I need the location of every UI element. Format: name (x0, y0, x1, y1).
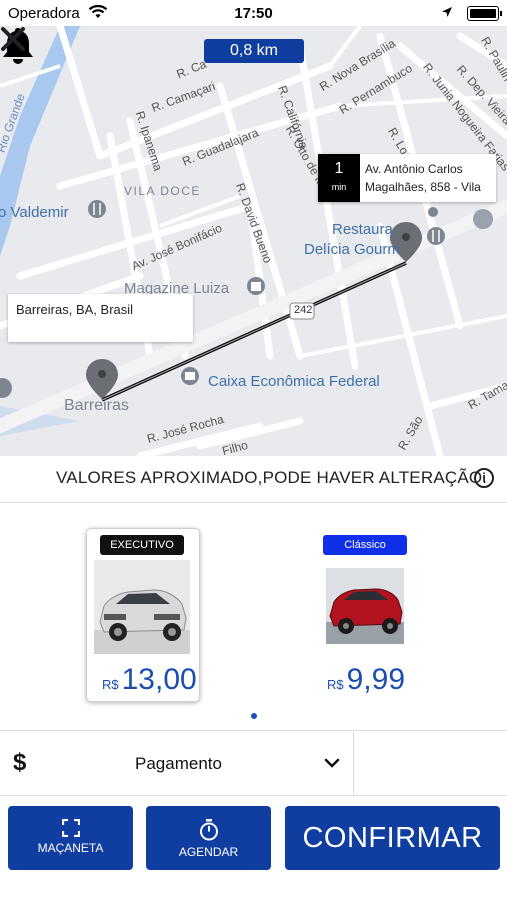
price-value-executivo: 13,00 (121, 663, 197, 696)
origin-address: Barreiras, BA, Brasil (16, 302, 134, 317)
currency-classico: R$ (327, 677, 344, 692)
map-view[interactable]: 242 VILA DOCE o Valdemir Restaura Delíci… (0, 26, 507, 456)
map-label-caixa: Caixa Econômica Federal (208, 373, 380, 390)
payment-label: Pagamento (135, 754, 222, 773)
agendar-button[interactable]: AGENDAR (146, 806, 271, 870)
price-classico[interactable]: R$ 9,99 (327, 663, 405, 697)
macaneta-label: MAÇANETA (37, 841, 104, 855)
eta-box: 1 min (318, 154, 360, 202)
location-arrow-icon (442, 7, 452, 17)
map-label-restaurante: Restaura (332, 221, 393, 238)
category-tag-classico[interactable]: Clássico (323, 535, 407, 555)
map-label-vila-doce: VILA DOCE (124, 184, 201, 198)
price-notice: VALORES APROXIMADO,PODE HAVER ALTERAÇÃO.… (0, 456, 507, 503)
battery-icon (467, 6, 502, 21)
eta-unit: min (331, 182, 347, 192)
eta-minutes: 1 (334, 160, 344, 177)
close-icon[interactable] (0, 26, 26, 52)
macaneta-button[interactable]: MAÇANETA (8, 806, 133, 870)
origin-callout: Barreiras, BA, Brasil (8, 294, 193, 342)
clock: 17:50 (234, 5, 273, 22)
distance-badge: 0,8 km (204, 39, 304, 63)
route-242-label: 242 (294, 304, 313, 316)
map-label-delicia: Delícia Gourm (304, 241, 400, 258)
chevron-down-icon (324, 758, 340, 768)
timer-icon (199, 819, 218, 841)
expand-icon (61, 819, 80, 837)
map-label-valdemir: o Valdemir (0, 204, 69, 221)
currency-executivo: R$ (102, 677, 119, 692)
category-tag-executivo: EXECUTIVO (100, 535, 184, 555)
dollar-icon: $ (13, 749, 27, 776)
info-icon[interactable]: i (474, 468, 494, 488)
car-image-classico[interactable] (326, 568, 404, 644)
confirm-label: CONFIRMAR (302, 822, 483, 854)
payment-divider (353, 731, 354, 795)
notice-text: VALORES APROXIMADO,PODE HAVER ALTERAÇÃO. (56, 468, 488, 487)
page-indicator-dot (251, 713, 257, 719)
destination-address-line2: Magalhães, 858 - Vila (365, 180, 481, 194)
confirm-button[interactable]: CONFIRMAR (285, 806, 500, 870)
agendar-label: AGENDAR (178, 845, 239, 859)
map-label-barreiras: Barreiras (64, 397, 129, 414)
destination-address-line1: Av. Antônio Carlos (365, 162, 463, 176)
status-bar: Operadora 17:50 (0, 0, 507, 26)
destination-callout: 1 min Av. Antônio Carlos Magalhães, 858 … (318, 154, 496, 202)
price-executivo: R$ 13,00 (102, 663, 197, 697)
price-value-classico: 9,99 (346, 663, 406, 696)
car-image-executivo (94, 560, 190, 654)
payment-selector[interactable]: $ Pagamento (0, 730, 507, 796)
